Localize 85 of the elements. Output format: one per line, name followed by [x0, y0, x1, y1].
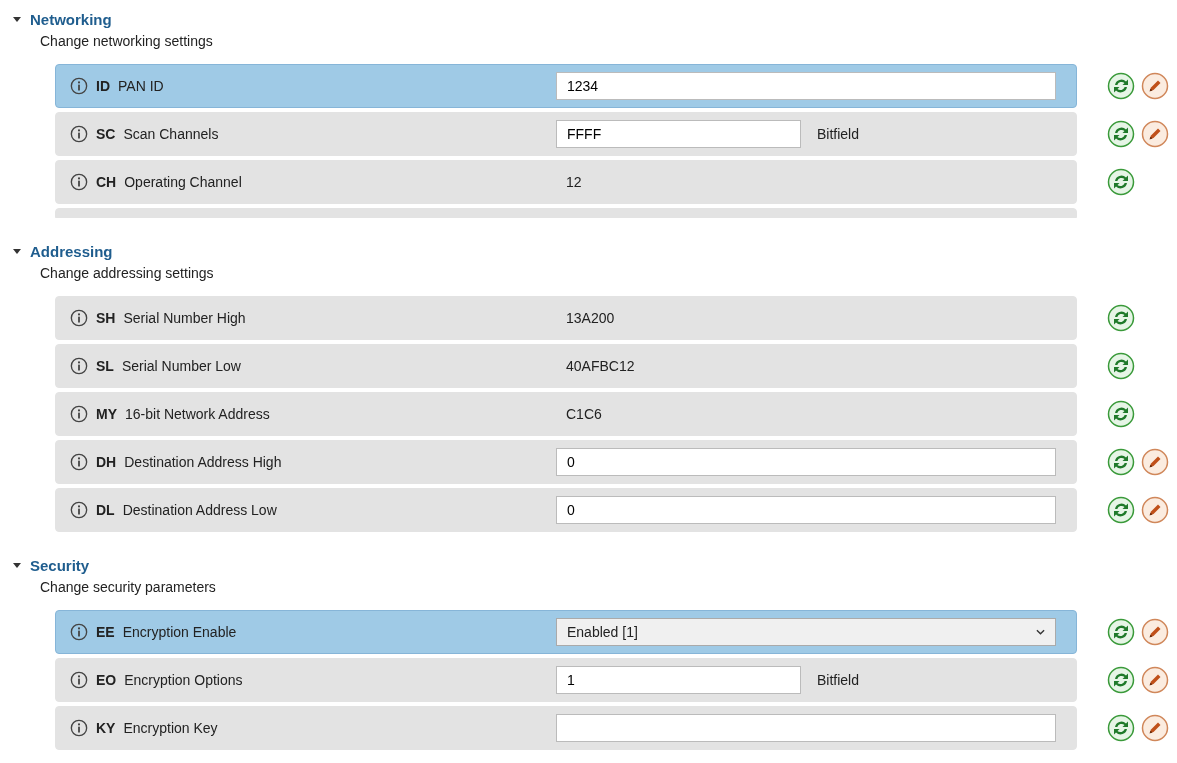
setting-code: ID [96, 78, 110, 94]
setting-row[interactable]: KY Encryption Key [55, 706, 1077, 750]
caret-icon[interactable] [12, 246, 22, 256]
setting-name: Serial Number Low [121, 358, 241, 374]
setting-code: SH [96, 310, 116, 326]
section-description: Change networking settings [39, 32, 214, 51]
info-icon[interactable] [70, 125, 88, 143]
refresh-button[interactable] [1107, 352, 1135, 380]
caret-icon[interactable] [12, 560, 22, 570]
setting-value: C1C6 [565, 406, 602, 422]
setting-row[interactable]: ID PAN ID 1234 [55, 64, 1077, 108]
unit-label: Bitfield [817, 126, 860, 142]
setting-value: 12 [565, 174, 582, 190]
unit-label: Bitfield [817, 672, 860, 688]
info-icon[interactable] [70, 405, 88, 423]
info-icon[interactable] [70, 357, 88, 375]
setting-name: Destination Address Low [122, 502, 277, 518]
info-icon[interactable] [70, 501, 88, 519]
section-description: Change addressing settings [39, 264, 215, 283]
setting-code: EE [96, 624, 115, 640]
setting-row[interactable]: SH Serial Number High 13A200 [55, 296, 1077, 340]
setting-name: Operating Channel [124, 174, 242, 190]
section-title[interactable]: Addressing [30, 242, 113, 260]
setting-code: DL [96, 502, 115, 518]
refresh-button[interactable] [1107, 168, 1135, 196]
setting-row[interactable]: SL Serial Number Low 40AFBC12 [55, 344, 1077, 388]
write-button[interactable] [1141, 666, 1169, 694]
refresh-button[interactable] [1107, 72, 1135, 100]
input-field[interactable]: 0 [556, 448, 1056, 476]
setting-value: 40AFBC12 [565, 358, 635, 374]
write-button[interactable] [1141, 448, 1169, 476]
setting-code: EO [96, 672, 117, 688]
info-icon[interactable] [70, 671, 88, 689]
refresh-button[interactable] [1107, 400, 1135, 428]
setting-code: SC [96, 126, 116, 142]
setting-name: Encryption Enable [122, 624, 237, 640]
setting-name: Scan Channels [123, 126, 219, 142]
refresh-button[interactable] [1107, 714, 1135, 742]
setting-name: PAN ID [118, 78, 164, 94]
setting-code: SL [96, 358, 114, 374]
setting-name: 16-bit Network Address [125, 406, 270, 422]
setting-row[interactable]: SC Scan Channels FFFF Bitfield [55, 112, 1077, 156]
info-icon[interactable] [70, 173, 88, 191]
setting-row[interactable]: DL Destination Address Low 0 [55, 488, 1077, 532]
setting-code: CH [96, 174, 117, 190]
info-icon[interactable] [70, 453, 88, 471]
refresh-button[interactable] [1107, 496, 1135, 524]
refresh-button[interactable] [1107, 120, 1135, 148]
setting-row[interactable]: EE Encryption Enable Enabled [1] [55, 610, 1077, 654]
write-button[interactable] [1141, 120, 1169, 148]
input-field[interactable] [556, 714, 1056, 742]
section-description: Change security parameters [39, 578, 217, 597]
input-field[interactable]: 1 [556, 666, 801, 694]
refresh-button[interactable] [1107, 618, 1135, 646]
dropdown[interactable]: Enabled [1] [556, 618, 1056, 646]
refresh-button[interactable] [1107, 666, 1135, 694]
setting-name: Encryption Key [123, 720, 218, 736]
setting-name: Destination Address High [124, 454, 282, 470]
section-title[interactable]: Networking [30, 10, 112, 28]
info-icon[interactable] [70, 77, 88, 95]
setting-name: Encryption Options [124, 672, 243, 688]
write-button[interactable] [1141, 618, 1169, 646]
setting-row[interactable]: CH Operating Channel 12 [55, 160, 1077, 204]
refresh-button[interactable] [1107, 448, 1135, 476]
chevron-icon [1036, 629, 1045, 635]
setting-name: Serial Number High [123, 310, 246, 326]
refresh-button[interactable] [1107, 304, 1135, 332]
section-title[interactable]: Security [30, 556, 90, 574]
info-icon[interactable] [70, 719, 88, 737]
input-field[interactable]: 0 [556, 496, 1056, 524]
setting-value: 13A200 [565, 310, 615, 326]
setting-row[interactable]: DH Destination Address High 0 [55, 440, 1077, 484]
info-icon[interactable] [70, 309, 88, 327]
setting-code: KY [96, 720, 116, 736]
info-icon[interactable] [70, 623, 88, 641]
caret-icon[interactable] [12, 14, 22, 24]
input-field[interactable]: FFFF [556, 120, 801, 148]
setting-code: MY [96, 406, 117, 422]
write-button[interactable] [1141, 714, 1169, 742]
input-field[interactable]: 1234 [556, 72, 1056, 100]
write-button[interactable] [1141, 72, 1169, 100]
setting-row[interactable]: EO Encryption Options 1 Bitfield [55, 658, 1077, 702]
setting-code: DH [96, 454, 117, 470]
setting-row[interactable]: MY 16-bit Network Address C1C6 [55, 392, 1077, 436]
write-button[interactable] [1141, 496, 1169, 524]
